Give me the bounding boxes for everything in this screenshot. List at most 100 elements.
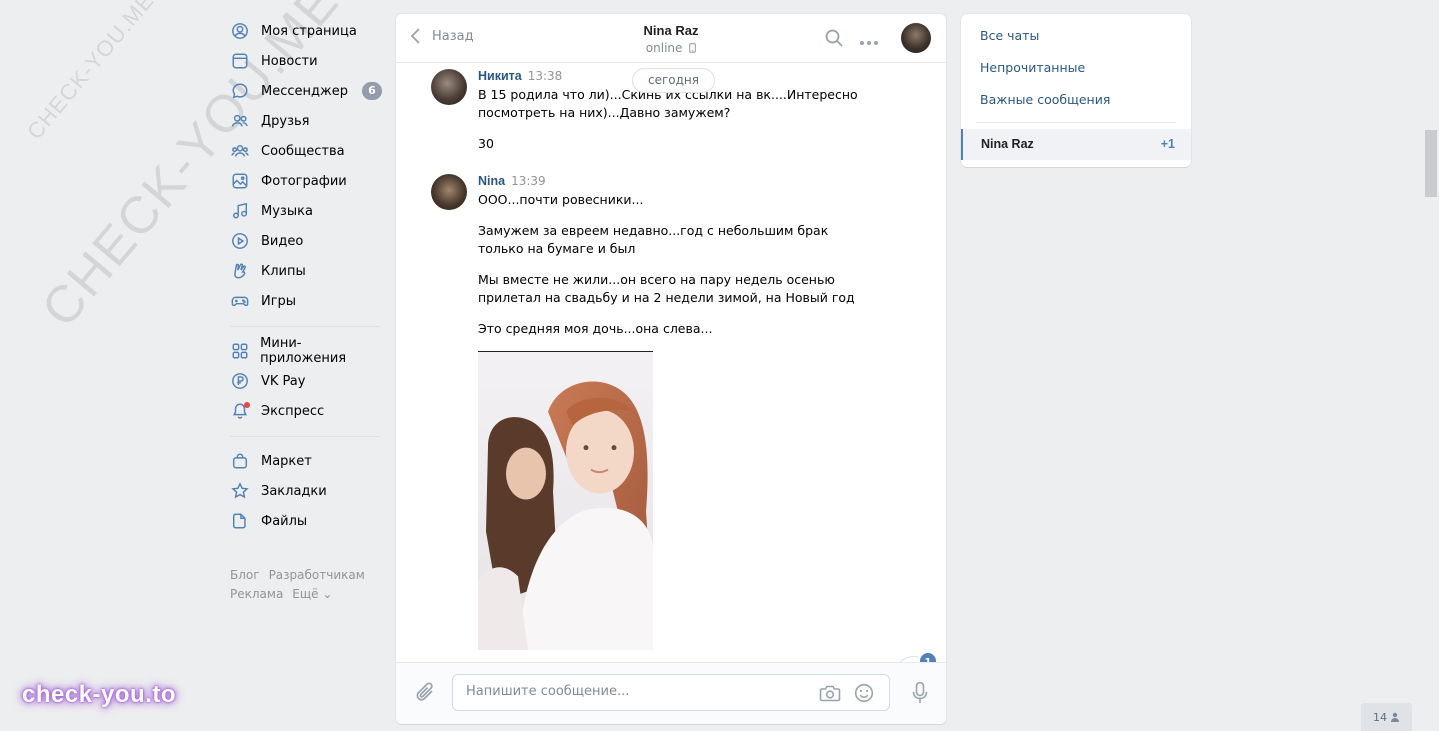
nav-item-news[interactable]: Новости [230, 46, 382, 76]
chat-header: Назад Nina Raz online [396, 14, 946, 63]
nav-label: Музыка [261, 203, 313, 219]
photos-icon [230, 171, 250, 191]
files-icon [230, 511, 250, 531]
filter-all-chats[interactable]: Все чаты [980, 28, 1039, 43]
nav-label: Мессенджер [261, 83, 348, 99]
message-input[interactable] [466, 684, 796, 699]
camera-button[interactable] [819, 683, 841, 707]
voice-button[interactable] [912, 681, 928, 709]
filter-unread[interactable]: Непрочитанные [980, 60, 1085, 75]
mobile-icon [689, 43, 697, 53]
nav-divider [230, 326, 380, 327]
message-text: Это средняя моя дочь...она слева... [478, 321, 713, 336]
nav-footer: Блог Разработчикам Реклама Ещё ⌄ [230, 566, 382, 604]
nav-label: Видео [261, 233, 304, 249]
microphone-icon [912, 681, 928, 703]
peer-status-text: online [645, 41, 683, 55]
date-pill: сегодня [632, 68, 715, 93]
footer-link-blog[interactable]: Блог [230, 568, 260, 582]
person-icon [1391, 712, 1399, 722]
news-icon [230, 51, 250, 71]
nav-label: Друзья [261, 113, 310, 129]
nav-label: Экспресс [261, 403, 325, 419]
nav-item-bookmarks[interactable]: Закладки [230, 476, 382, 506]
filter-important[interactable]: Важные сообщения [980, 92, 1110, 107]
express-notification-dot [244, 402, 250, 408]
left-nav: Моя страница Новости Мессенджер 6 Друзья… [230, 16, 382, 604]
chat-panel: Назад Nina Raz online сегодня Никита 13:3… [396, 14, 946, 724]
online-friends-button[interactable]: 14 [1361, 703, 1412, 731]
footer-link-developers[interactable]: Разработчикам [269, 568, 365, 582]
message-text: Замужем за евреем недавно...год с неболь… [478, 223, 829, 256]
nav-item-friends[interactable]: Друзья [230, 106, 382, 136]
vk-pay-icon [230, 371, 250, 391]
avatar[interactable] [431, 174, 467, 210]
clips-icon [230, 261, 250, 281]
footer-link-ads[interactable]: Реклама [230, 587, 283, 601]
nav-label: Сообщества [261, 143, 345, 159]
nav-item-my-page[interactable]: Моя страница [230, 16, 382, 46]
peer-avatar[interactable] [901, 23, 931, 53]
market-icon [230, 451, 250, 471]
nav-item-vk-pay[interactable]: VK Pay [230, 366, 382, 396]
message-time[interactable]: 13:39 [511, 174, 546, 188]
page-scrollbar[interactable] [1425, 130, 1437, 197]
attach-button[interactable] [415, 682, 437, 708]
nav-label: Фотографии [261, 173, 347, 189]
avatar[interactable] [431, 69, 467, 105]
music-icon [230, 201, 250, 221]
user-circle-icon [230, 21, 250, 41]
divider [976, 122, 1176, 123]
unread-badge: 1 [918, 651, 938, 662]
communities-icon [230, 141, 250, 161]
nav-label: Файлы [261, 513, 308, 529]
active-chat-item[interactable]: Nina Raz +1 [961, 129, 1191, 160]
message-group: Nina 13:39 ООО...почти ровесники... Замуж… [431, 174, 871, 338]
message-author[interactable]: Nina [478, 174, 505, 188]
message-composer [396, 662, 946, 724]
games-icon [230, 291, 250, 311]
nav-label: Клипы [261, 263, 306, 279]
messenger-badge: 6 [362, 82, 382, 100]
active-chat-count: +1 [1160, 137, 1175, 151]
message-author[interactable]: Никита [478, 69, 522, 83]
nav-divider [230, 436, 380, 437]
watermark-bottom: check-you.to [22, 681, 177, 708]
nav-item-messenger[interactable]: Мессенджер 6 [230, 76, 382, 106]
bookmarks-icon [230, 481, 250, 501]
more-button[interactable] [859, 35, 879, 50]
more-dots-icon [860, 41, 878, 45]
nav-label: VK Pay [261, 373, 306, 389]
nav-item-games[interactable]: Игры [230, 286, 382, 316]
photo-attachment[interactable] [478, 351, 653, 650]
message-history[interactable]: сегодня Никита 13:38 В 15 родила что ли).… [396, 64, 946, 662]
nav-item-music[interactable]: Музыка [230, 196, 382, 226]
nav-item-photos[interactable]: Фотографии [230, 166, 382, 196]
online-count: 14 [1373, 710, 1387, 724]
nav-item-market[interactable]: Маркет [230, 446, 382, 476]
nav-label: Новости [261, 53, 318, 69]
nav-item-communities[interactable]: Сообщества [230, 136, 382, 166]
chat-filter-panel: Все чаты Непрочитанные Важные сообщения … [961, 14, 1191, 167]
nav-label: Игры [261, 293, 297, 309]
message-text: Мы вместе не жили...он всего на пару нед… [478, 272, 855, 305]
nav-item-mini-apps[interactable]: Мини-приложения [230, 336, 382, 366]
nav-label: Закладки [261, 483, 327, 499]
watermark-top-small: CHECK-YOU.ME [22, 0, 159, 145]
search-button[interactable] [824, 28, 844, 52]
video-icon [230, 231, 250, 251]
photo-image [478, 352, 653, 650]
message-icon [230, 81, 250, 101]
nav-label: Маркет [261, 453, 312, 469]
footer-link-more[interactable]: Ещё ⌄ [292, 587, 332, 601]
paperclip-icon [416, 682, 433, 701]
message-input-box [452, 674, 890, 711]
nav-item-files[interactable]: Файлы [230, 506, 382, 536]
nav-item-video[interactable]: Видео [230, 226, 382, 256]
nav-item-clips[interactable]: Клипы [230, 256, 382, 286]
emoji-button[interactable] [854, 683, 874, 707]
message-time[interactable]: 13:38 [528, 69, 563, 83]
nav-label: Мини-приложения [260, 336, 347, 366]
active-chat-name: Nina Raz [981, 137, 1034, 151]
nav-item-express[interactable]: Экспресс [230, 396, 382, 426]
